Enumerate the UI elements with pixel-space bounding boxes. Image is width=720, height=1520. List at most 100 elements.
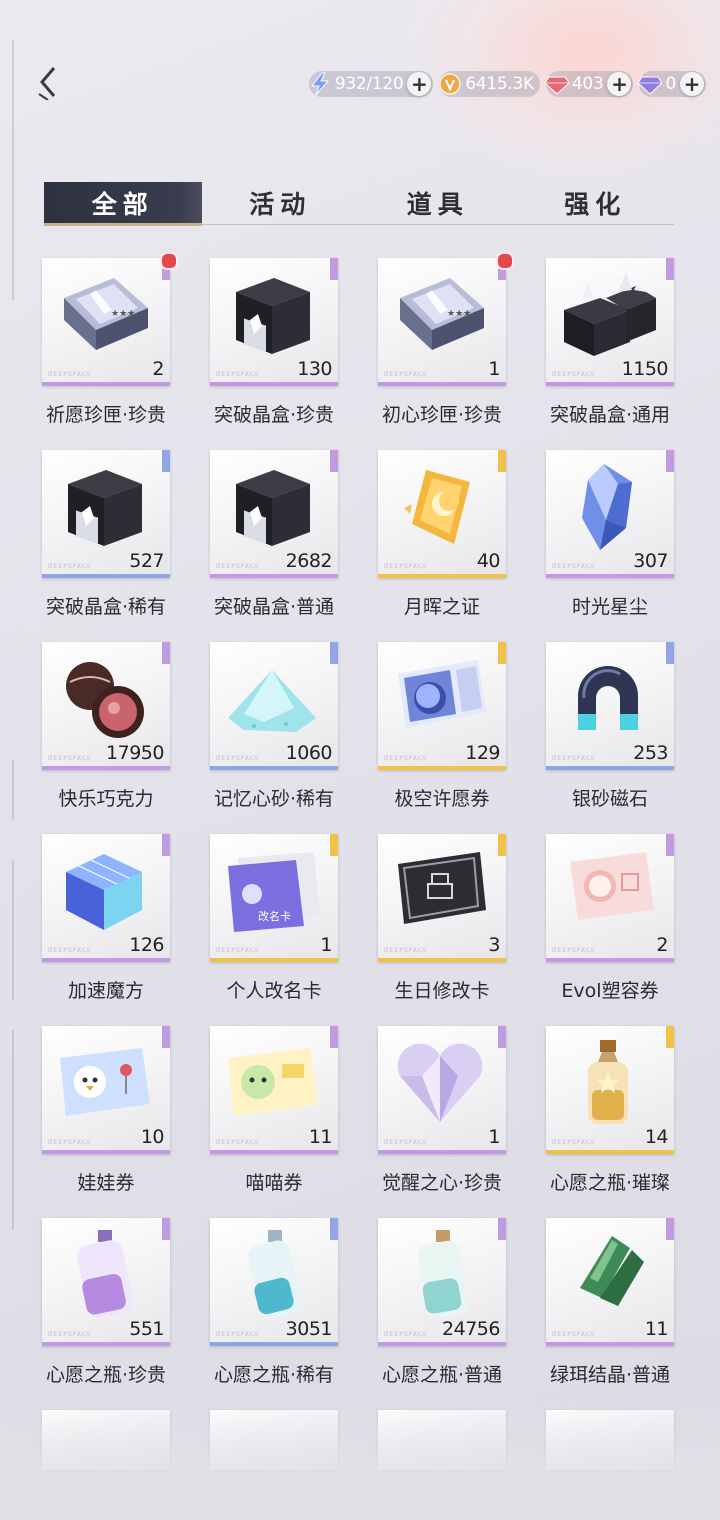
item-card[interactable]: DEEPSPACE 1 — [378, 1026, 506, 1154]
item-label: 极空许愿券 — [394, 788, 490, 810]
item-card[interactable]: DEEPSPACE 307 — [546, 450, 674, 578]
item-label: 突破晶盒·通用 — [549, 404, 671, 426]
item-label: 觉醒之心·珍贵 — [381, 1172, 503, 1194]
item-card[interactable]: DEEPSPACE 10 — [42, 1026, 170, 1154]
tab-all[interactable]: 全部 — [44, 182, 202, 226]
back-button[interactable] — [28, 62, 68, 102]
rarity-tag — [666, 1218, 674, 1240]
item-count: 130 — [297, 358, 332, 380]
item-label: 心愿之瓶·珍贵 — [45, 1364, 167, 1386]
item-card[interactable]: DEEPSPACE 129 — [378, 642, 506, 770]
svg-text:★★★: ★★★ — [111, 309, 135, 319]
rarity-stripe — [546, 1150, 674, 1154]
currency-bar: 932/120 + 6415.3K 403 + 0 + — [307, 68, 706, 100]
chocolate-icon — [56, 652, 152, 744]
rarity-stripe — [210, 958, 338, 962]
item-count: 307 — [633, 550, 668, 572]
item-count: 129 — [465, 742, 500, 764]
doll-coupon-icon — [56, 1036, 152, 1128]
item-card[interactable]: DEEPSPACE 14 — [546, 1026, 674, 1154]
item-count: 3 — [488, 934, 500, 956]
rename-card-icon: 改名卡 — [224, 844, 320, 936]
item-count: 2682 — [285, 550, 333, 572]
item-card[interactable]: DEEPSPACE 17950 — [42, 642, 170, 770]
item-count: 2 — [656, 934, 668, 956]
item-count: 11 — [644, 1318, 669, 1340]
rarity-tag — [330, 1026, 338, 1048]
card-brand: DEEPSPACE — [384, 563, 428, 570]
card-brand: DEEPSPACE — [216, 1139, 260, 1146]
item-card[interactable]: ★★★ DEEPSPACE 2 — [42, 258, 170, 386]
red-diamond-value: 403 — [571, 74, 604, 94]
item-card[interactable]: DEEPSPACE 2 — [546, 834, 674, 962]
rarity-tag — [330, 834, 338, 856]
item-count: 1 — [488, 358, 500, 380]
item-card[interactable]: DEEPSPACE 130 — [210, 258, 338, 386]
item-label: 心愿之瓶·稀有 — [213, 1364, 335, 1386]
item-label: 初心珍匣·珍贵 — [381, 404, 503, 426]
item-count: 10 — [140, 1126, 165, 1148]
item-card[interactable]: DEEPSPACE 40 — [378, 450, 506, 578]
red-diamond-icon — [544, 71, 570, 97]
item-card[interactable]: DEEPSPACE 24756 — [378, 1218, 506, 1346]
item-card[interactable]: ★★★ DEEPSPACE 1 — [378, 258, 506, 386]
card-brand: DEEPSPACE — [48, 755, 92, 762]
item-count: 1 — [488, 1126, 500, 1148]
evol-coupon-icon — [560, 844, 656, 936]
blue-crystal-icon — [560, 460, 656, 552]
item-card[interactable]: DEEPSPACE 551 — [42, 1218, 170, 1346]
tab-items[interactable]: 道具 — [359, 182, 517, 224]
add-stamina-button[interactable]: + — [407, 72, 432, 96]
card-brand: DEEPSPACE — [48, 563, 92, 570]
card-brand: DEEPSPACE — [384, 1331, 428, 1338]
blue-bottle-icon — [224, 1228, 320, 1320]
moon-crest-icon — [392, 460, 488, 552]
card-brand: DEEPSPACE — [552, 371, 596, 378]
rarity-stripe — [546, 382, 674, 386]
item-label: 心愿之瓶·普通 — [381, 1364, 503, 1386]
item-card[interactable]: DEEPSPACE 527 — [42, 450, 170, 578]
item-card[interactable]: DEEPSPACE 11 — [546, 1218, 674, 1346]
item-card[interactable]: 改名卡 DEEPSPACE 1 — [210, 834, 338, 962]
rarity-stripe — [546, 958, 674, 962]
item-label: 绿珥结晶·普通 — [549, 1364, 671, 1386]
add-purple-diamond-button[interactable]: + — [680, 72, 704, 96]
item-count: 40 — [476, 550, 501, 572]
item-card[interactable]: DEEPSPACE 2682 — [210, 450, 338, 578]
purple-bottle-icon — [56, 1228, 152, 1320]
item-label: 突破晶盒·珍贵 — [213, 404, 335, 426]
stamina-bolt-icon — [307, 71, 333, 97]
item-count: 1060 — [285, 742, 333, 764]
rarity-tag — [162, 1218, 170, 1240]
item-card[interactable]: DEEPSPACE 3051 — [210, 1218, 338, 1346]
item-card-partial — [378, 1410, 506, 1470]
rarity-stripe — [42, 766, 170, 770]
green-crystal-icon — [560, 1228, 656, 1320]
cube-icon — [56, 844, 152, 936]
tab-event[interactable]: 活动 — [202, 182, 360, 224]
rarity-stripe — [42, 958, 170, 962]
item-card[interactable]: DEEPSPACE 1150 — [546, 258, 674, 386]
rarity-tag — [498, 1218, 506, 1240]
crystal-heart-icon — [392, 1036, 488, 1128]
card-brand: DEEPSPACE — [384, 371, 428, 378]
item-label: Evol塑容券 — [561, 980, 659, 1002]
rarity-stripe — [378, 958, 506, 962]
card-brand: DEEPSPACE — [216, 755, 260, 762]
rarity-tag — [330, 258, 338, 280]
rarity-stripe — [378, 382, 506, 386]
add-red-diamond-button[interactable]: + — [607, 72, 632, 96]
item-card[interactable]: DEEPSPACE 126 — [42, 834, 170, 962]
svg-text:★★★: ★★★ — [447, 309, 471, 319]
item-card-partial — [42, 1410, 170, 1470]
card-brand: DEEPSPACE — [48, 371, 92, 378]
item-card[interactable]: DEEPSPACE 3 — [378, 834, 506, 962]
breakthrough-crystal-pile-icon — [560, 268, 656, 360]
item-count: 14 — [644, 1126, 669, 1148]
currency-gold: 6415.3K — [439, 71, 540, 97]
item-card[interactable]: DEEPSPACE 11 — [210, 1026, 338, 1154]
item-card[interactable]: DEEPSPACE 1060 — [210, 642, 338, 770]
item-card[interactable]: DEEPSPACE 253 — [546, 642, 674, 770]
tab-enhance[interactable]: 强化 — [517, 182, 675, 224]
rarity-stripe — [42, 1342, 170, 1346]
